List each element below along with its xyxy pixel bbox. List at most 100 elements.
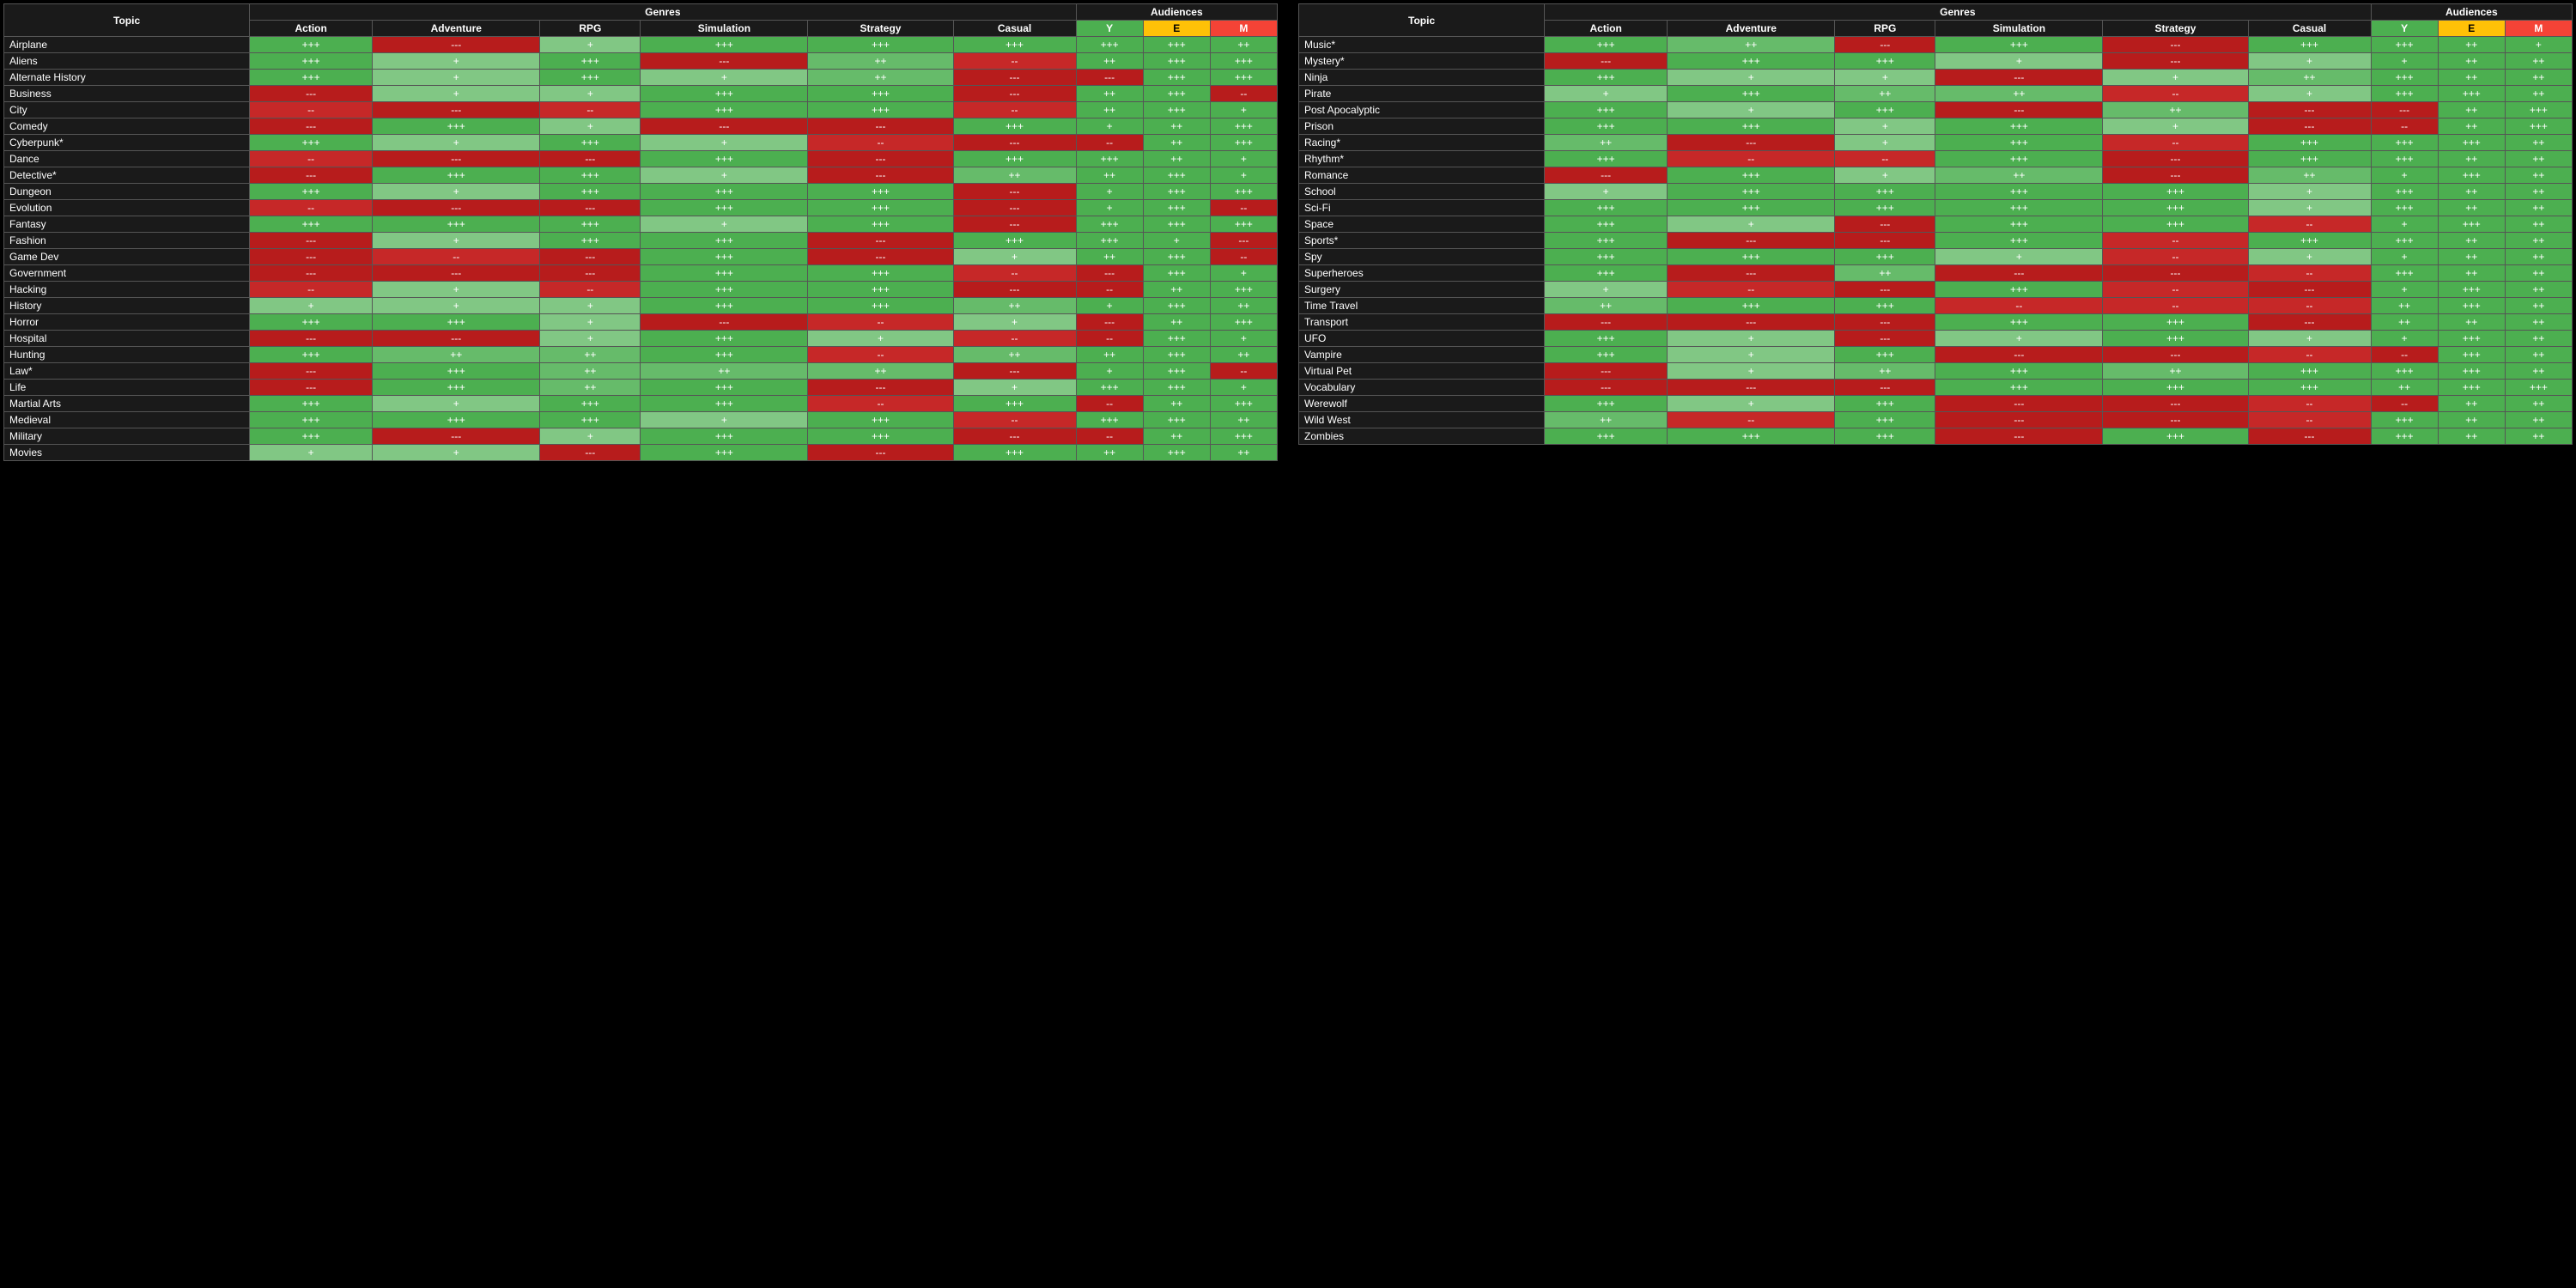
casual-cell: --- [953, 282, 1076, 298]
strategy-cell: --- [808, 445, 953, 461]
table-row: Zombies+++++++++---+++---+++++++ [1299, 428, 2573, 445]
topic-cell: Medieval [4, 412, 250, 428]
aud-e-cell: +++ [2438, 135, 2505, 151]
aud-e-cell: +++ [1143, 331, 1210, 347]
strategy-cell: -- [2103, 282, 2248, 298]
topic-cell: Hospital [4, 331, 250, 347]
aud-m-cell: ++ [2505, 396, 2572, 412]
aud-y-cell: --- [2371, 102, 2438, 118]
aud-m-cell: -- [1210, 363, 1277, 380]
topic-cell: Mystery* [1299, 53, 1545, 70]
strategy-cell: -- [2103, 233, 2248, 249]
simulation-cell: -- [1935, 298, 2103, 314]
table-row: Vocabulary---------+++++++++++++++++ [1299, 380, 2573, 396]
simulation-cell: --- [1935, 412, 2103, 428]
aud-y-cell: ++ [1076, 53, 1143, 70]
simulation-cell: +++ [641, 396, 808, 412]
casual-cell: -- [953, 265, 1076, 282]
simulation-cell: +++ [1935, 233, 2103, 249]
aud-y-cell: + [1076, 184, 1143, 200]
adventure-cell: + [373, 233, 540, 249]
adventure-cell: +++ [373, 118, 540, 135]
adventure-cell: --- [373, 102, 540, 118]
casual-cell: +++ [2248, 151, 2371, 167]
rpg-cell: +++ [540, 53, 641, 70]
adventure-cell: --- [1668, 314, 1835, 331]
action-cell: +++ [1545, 396, 1668, 412]
topic-cell: Post Apocalyptic [1299, 102, 1545, 118]
adventure-cell: + [373, 298, 540, 314]
aud-e-cell: ++ [2438, 314, 2505, 331]
aud-m-cell: +++ [1210, 184, 1277, 200]
aud-m-cell: ++ [2505, 167, 2572, 184]
adventure-cell: + [1668, 331, 1835, 347]
simulation-cell: +++ [641, 347, 808, 363]
topic-cell: Detective* [4, 167, 250, 184]
table-row: Superheroes+++---++--------+++++++ [1299, 265, 2573, 282]
aud-m-cell: ++ [2505, 412, 2572, 428]
aud-y-left: Y [1076, 21, 1143, 37]
adventure-cell: + [1668, 347, 1835, 363]
topic-cell: Cyberpunk* [4, 135, 250, 151]
action-col-left: Action [250, 21, 373, 37]
adventure-cell: +++ [1668, 200, 1835, 216]
aud-y-cell: -- [2371, 396, 2438, 412]
table-row: School+++++++++++++++++++++ [1299, 184, 2573, 200]
strategy-cell: -- [808, 135, 953, 151]
aud-e-cell: +++ [1143, 298, 1210, 314]
action-cell: +++ [1545, 200, 1668, 216]
aud-y-cell: + [1076, 118, 1143, 135]
rpg-cell: --- [1835, 216, 1935, 233]
aud-m-cell: ++ [2505, 184, 2572, 200]
topic-cell: Comedy [4, 118, 250, 135]
adventure-cell: +++ [1668, 86, 1835, 102]
casual-cell: ++ [953, 167, 1076, 184]
adventure-cell: + [373, 86, 540, 102]
adventure-cell: --- [1668, 135, 1835, 151]
aud-m-cell: ++ [2505, 298, 2572, 314]
aud-e-cell: +++ [1143, 363, 1210, 380]
rpg-cell: +++ [1835, 347, 1935, 363]
aud-e-cell: +++ [1143, 37, 1210, 53]
table-row: Hospital------+++++----++++ [4, 331, 1278, 347]
topic-cell: Alternate History [4, 70, 250, 86]
aud-m-cell: + [1210, 380, 1277, 396]
simulation-cell: +++ [1935, 380, 2103, 396]
aud-e-cell: ++ [2438, 200, 2505, 216]
casual-cell: + [2248, 200, 2371, 216]
strategy-cell: +++ [2103, 428, 2248, 445]
strategy-cell: -- [808, 347, 953, 363]
aud-m-cell: +++ [1210, 70, 1277, 86]
strategy-cell: +++ [808, 265, 953, 282]
action-cell: +++ [250, 412, 373, 428]
aud-m-cell: + [1210, 265, 1277, 282]
table-row: Fashion---+++++++---+++++++--- [4, 233, 1278, 249]
aud-m-cell: +++ [1210, 396, 1277, 412]
aud-y-cell: ++ [1076, 445, 1143, 461]
table-row: Romance---++++++---++++++++ [1299, 167, 2573, 184]
topic-cell: UFO [1299, 331, 1545, 347]
adventure-cell: +++ [373, 314, 540, 331]
topic-cell: Business [4, 86, 250, 102]
topic-cell: Movies [4, 445, 250, 461]
strategy-cell: +++ [808, 86, 953, 102]
strategy-cell: -- [2103, 135, 2248, 151]
aud-y-cell: ++ [1076, 102, 1143, 118]
adventure-cell: + [373, 70, 540, 86]
rpg-cell: --- [540, 265, 641, 282]
adventure-cell: + [373, 135, 540, 151]
rpg-cell: +++ [540, 184, 641, 200]
rpg-cell: +++ [1835, 412, 1935, 428]
action-cell: +++ [250, 53, 373, 70]
simulation-cell: ++ [1935, 86, 2103, 102]
simulation-cell: ++ [1935, 167, 2103, 184]
adventure-cell: +++ [373, 167, 540, 184]
strategy-cell: +++ [2103, 331, 2248, 347]
aud-m-cell: ++ [2505, 363, 2572, 380]
action-cell: +++ [1545, 118, 1668, 135]
action-cell: --- [250, 86, 373, 102]
aud-e-cell: +++ [1143, 216, 1210, 233]
rpg-cell: ++ [540, 347, 641, 363]
simulation-cell: +++ [641, 37, 808, 53]
audiences-header-left: Audiences [1076, 4, 1277, 21]
